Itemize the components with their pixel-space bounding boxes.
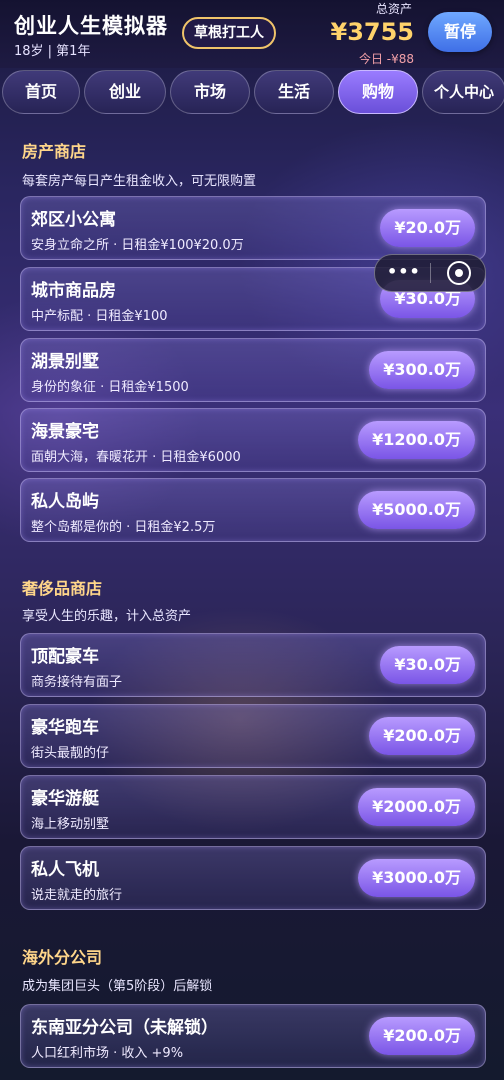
buy-button[interactable]: ¥2000.0万 [358, 788, 475, 826]
overseas-section-title: 海外分公司 [22, 948, 103, 967]
luxury-card: 豪华游艇 海上移动别墅 ¥2000.0万 [20, 775, 486, 839]
buy-button[interactable]: ¥5000.0万 [358, 491, 475, 529]
property-section-desc: 每套房产每日产生租金收入，可无限购置 [22, 174, 257, 189]
tab-startup[interactable]: 创业 [84, 70, 166, 114]
item-name: 海景豪宅 [31, 422, 99, 442]
property-card: 郊区小公寓 安身立命之所 · 日租金¥100¥20.0万 ¥20.0万 [20, 196, 486, 260]
pause-button[interactable]: 暂停 [428, 12, 492, 52]
item-desc: 说走就走的旅行 [31, 888, 123, 903]
total-assets-label: 总资产 [375, 2, 412, 16]
total-assets-value: ¥3755 [330, 18, 415, 46]
buy-button[interactable]: ¥1200.0万 [358, 421, 475, 459]
property-card: 私人岛屿 整个岛都是你的 · 日租金¥2.5万 ¥5000.0万 [20, 478, 486, 542]
item-desc: 街头最靓的仔 [31, 746, 110, 761]
item-name: 郊区小公寓 [31, 210, 116, 230]
buy-button[interactable]: ¥20.0万 [380, 209, 475, 247]
item-desc: 安身立命之所 · 日租金¥100¥20.0万 [31, 238, 244, 253]
luxury-card: 顶配豪车 商务接待有面子 ¥30.0万 [20, 633, 486, 697]
item-desc: 整个岛都是你的 · 日租金¥2.5万 [31, 520, 216, 535]
capsule-divider [430, 263, 431, 283]
item-name: 城市商品房 [31, 281, 116, 301]
item-name: 湖景别墅 [31, 352, 99, 372]
item-desc: 身份的象征 · 日租金¥1500 [31, 380, 189, 395]
luxury-card: 私人飞机 说走就走的旅行 ¥3000.0万 [20, 846, 486, 910]
buy-button[interactable]: ¥200.0万 [369, 1017, 475, 1055]
age-year-info: 18岁 | 第1年 [14, 44, 91, 59]
tab-market[interactable]: 市场 [170, 70, 250, 114]
rank-badge: 草根打工人 [182, 17, 276, 49]
item-desc: 人口红利市场 · 收入 +9% [31, 1046, 184, 1061]
overseas-card: 东南亚分公司（未解锁） 人口红利市场 · 收入 +9% ¥200.0万 [20, 1004, 486, 1068]
tab-home[interactable]: 首页 [2, 70, 80, 114]
top-header: 创业人生模拟器 18岁 | 第1年 草根打工人 总资产 ¥3755 今日 -¥8… [0, 0, 504, 68]
luxury-section-desc: 享受人生的乐趣，计入总资产 [22, 609, 192, 624]
item-name: 顶配豪车 [31, 647, 99, 667]
item-name: 豪华跑车 [31, 718, 99, 738]
close-circle-icon[interactable] [447, 261, 471, 285]
tab-shopping[interactable]: 购物 [338, 70, 418, 114]
more-dots-icon[interactable]: ••• [387, 262, 421, 281]
item-name: 豪华游艇 [31, 789, 99, 809]
luxury-card: 豪华跑车 街头最靓的仔 ¥200.0万 [20, 704, 486, 768]
tab-profile[interactable]: 个人中心 [422, 70, 504, 114]
item-name: 东南亚分公司（未解锁） [31, 1018, 218, 1038]
item-desc: 中产标配 · 日租金¥100 [31, 309, 168, 324]
property-card: 湖景别墅 身份的象征 · 日租金¥1500 ¥300.0万 [20, 338, 486, 402]
property-section-title: 房产商店 [22, 142, 87, 161]
buy-button[interactable]: ¥200.0万 [369, 717, 475, 755]
today-change: 今日 -¥88 [358, 52, 414, 66]
property-card: 海景豪宅 面朝大海，春暖花开 · 日租金¥6000 ¥1200.0万 [20, 408, 486, 472]
item-name: 私人岛屿 [31, 492, 99, 512]
item-name: 私人飞机 [31, 860, 99, 880]
luxury-section-title: 奢侈品商店 [22, 579, 103, 598]
tab-life[interactable]: 生活 [254, 70, 334, 114]
item-desc: 海上移动别墅 [31, 817, 110, 832]
buy-button[interactable]: ¥30.0万 [380, 646, 475, 684]
buy-button[interactable]: ¥3000.0万 [358, 859, 475, 897]
overseas-section-desc: 成为集团巨头（第5阶段）后解锁 [22, 979, 213, 994]
mini-program-capsule: ••• [374, 254, 486, 292]
item-desc: 面朝大海，春暖花开 · 日租金¥6000 [31, 450, 241, 465]
main-tabs: 首页 创业 市场 生活 购物 个人中心 [0, 70, 504, 114]
buy-button[interactable]: ¥300.0万 [369, 351, 475, 389]
app-title: 创业人生模拟器 [14, 14, 168, 38]
item-desc: 商务接待有面子 [31, 675, 123, 690]
